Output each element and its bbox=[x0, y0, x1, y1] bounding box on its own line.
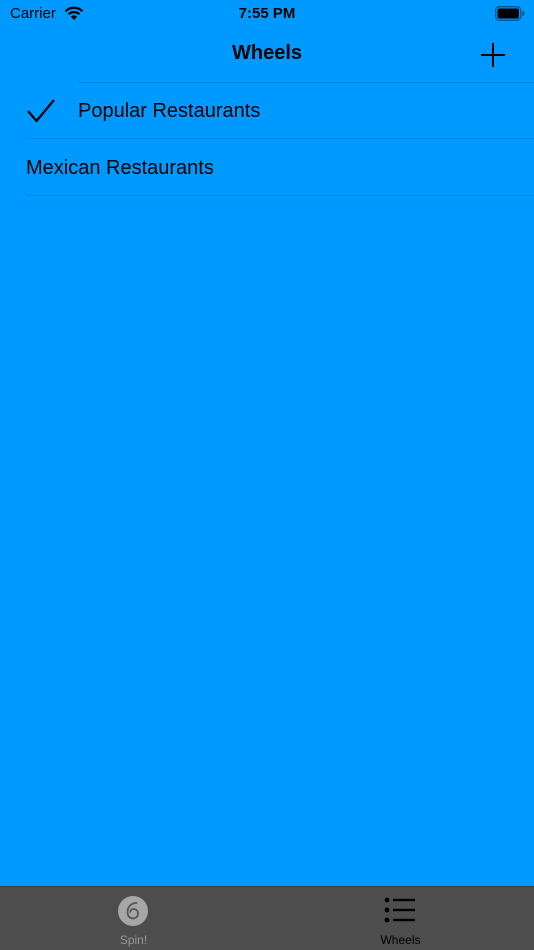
status-bar: Carrier 7:55 PM bbox=[0, 0, 534, 28]
checkmark-icon bbox=[27, 99, 55, 123]
screen: Carrier 7:55 PM Wheels Popular Restauran… bbox=[0, 0, 534, 950]
tab-bar: Spin! Wheels bbox=[0, 886, 534, 950]
clock: 7:55 PM bbox=[238, 5, 296, 22]
tab-label: Spin! bbox=[119, 933, 148, 947]
wheels-list: Popular Restaurants Mexican Restaurants bbox=[0, 82, 534, 196]
list-item[interactable]: Popular Restaurants bbox=[0, 82, 534, 139]
page-title: Wheels bbox=[231, 42, 303, 64]
add-wheel-button[interactable] bbox=[478, 40, 508, 70]
spin-icon bbox=[118, 896, 148, 926]
tab-spin[interactable]: Spin! bbox=[0, 887, 267, 950]
battery-icon bbox=[495, 6, 525, 21]
list-item[interactable]: Mexican Restaurants bbox=[0, 139, 534, 196]
list-icon bbox=[384, 897, 415, 923]
tab-wheels[interactable]: Wheels bbox=[267, 887, 534, 950]
navigation-bar: Wheels bbox=[0, 28, 534, 82]
list-separator bbox=[26, 195, 534, 196]
list-item-label: Mexican Restaurants bbox=[26, 157, 214, 179]
list-item-label: Popular Restaurants bbox=[78, 100, 261, 122]
tab-label: Wheels bbox=[380, 933, 421, 947]
